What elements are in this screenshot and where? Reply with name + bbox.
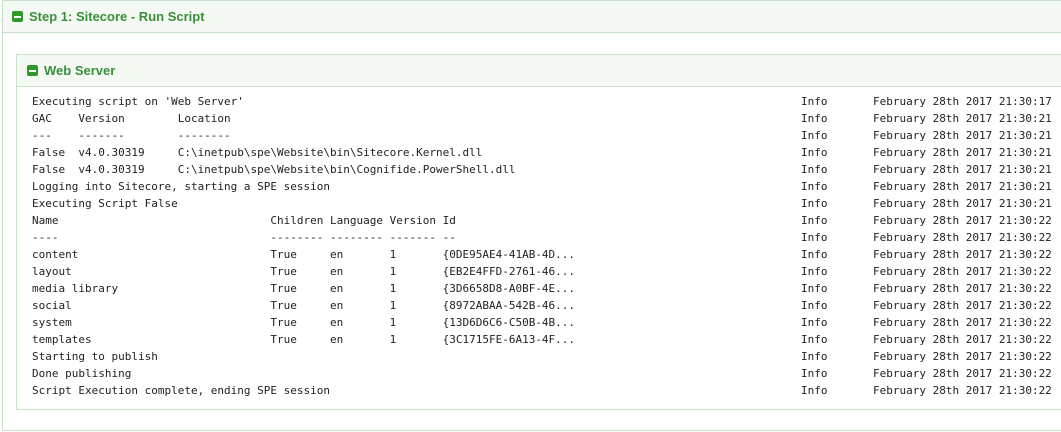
log-row: Name Children Language Version Id Info Feb… [17,212,1061,229]
log-message: False v4.0.30319 C:\inetpub\spe\Website\… [32,163,516,176]
log-row: ---- -------- -------- ------- -- Info Feb… [17,229,1061,246]
log-level: Info [801,350,828,363]
log-level: Info [801,214,828,227]
log-row: Executing Script False Info February 28th … [17,195,1061,212]
log-message: False v4.0.30319 C:\inetpub\spe\Website\… [32,146,483,159]
log-level: Info [801,384,828,397]
log-level: Info [801,333,828,346]
log-message: Logging into Sitecore, starting a SPE se… [32,180,331,193]
log-row: Script Execution complete, ending SPE se… [17,382,1061,399]
log-message: Executing script on 'Web Server' [32,95,244,108]
log-timestamp: February 28th 2017 21:30:22 [873,248,1052,261]
log-level: Info [801,231,828,244]
log-timestamp: February 28th 2017 21:30:22 [873,367,1052,380]
log-row: layout True en 1 {EB2E4FFD-2761-46... Inf… [17,263,1061,280]
step-header[interactable]: Step 1: Sitecore - Run Script [3,1,1061,33]
log-message: content True en 1 {0DE95AE4-41AB-4D... [32,248,576,261]
log-message: media library True en 1 {3D6658D8-A0BF-4… [32,282,576,295]
log-row: Logging into Sitecore, starting a SPE se… [17,178,1061,195]
log-row: --- ------- -------- Info February 28th 20… [17,127,1061,144]
log-row: content True en 1 {0DE95AE4-41AB-4D... In… [17,246,1061,263]
log-timestamp: February 28th 2017 21:30:17 [873,95,1052,108]
log-message: Done publishing [32,367,132,380]
collapse-icon[interactable] [12,11,23,22]
log-row: False v4.0.30319 C:\inetpub\spe\Website\… [17,144,1061,161]
log-message: system True en 1 {13D6D6C6-C50B-4B... [32,316,576,329]
log-level: Info [801,299,828,312]
collapse-icon[interactable] [27,65,38,76]
log-message: layout True en 1 {EB2E4FFD-2761-46... [32,265,576,278]
log-row: social True en 1 {8972ABAA-542B-46... Inf… [17,297,1061,314]
log-timestamp: February 28th 2017 21:30:21 [873,197,1052,210]
log-level: Info [801,129,828,142]
log-level: Info [801,180,828,193]
log-message: --- ------- -------- [32,129,231,142]
step-title: Step 1: Sitecore - Run Script [29,9,205,24]
log-timestamp: February 28th 2017 21:30:21 [873,129,1052,142]
log-message: social True en 1 {8972ABAA-542B-46... [32,299,576,312]
log-row: media library True en 1 {3D6658D8-A0BF-4… [17,280,1061,297]
log-message: GAC Version Location [32,112,231,125]
log-message: Name Children Language Version Id [32,214,456,227]
log-timestamp: February 28th 2017 21:30:22 [873,282,1052,295]
log-level: Info [801,95,828,108]
log-row: system True en 1 {13D6D6C6-C50B-4B... Inf… [17,314,1061,331]
log-row: Done publishing Info February 28th 2017 21… [17,365,1061,382]
log-message: Executing Script False [32,197,178,210]
log-level: Info [801,367,828,380]
log-timestamp: February 28th 2017 21:30:22 [873,231,1052,244]
server-panel: Web Server Executing script on 'Web Serv… [16,54,1061,410]
log-timestamp: February 28th 2017 21:30:22 [873,350,1052,363]
log-timestamp: February 28th 2017 21:30:22 [873,384,1052,397]
log-level: Info [801,316,828,329]
log-message: Script Execution complete, ending SPE se… [32,384,331,397]
log-level: Info [801,197,828,210]
log-row: Starting to publish Info February 28th 201… [17,348,1061,365]
log-level: Info [801,282,828,295]
log-message: templates True en 1 {3C1715FE-6A13-4F... [32,333,576,346]
log-timestamp: February 28th 2017 21:30:22 [873,333,1052,346]
log-row: templates True en 1 {3C1715FE-6A13-4F...… [17,331,1061,348]
log-timestamp: February 28th 2017 21:30:22 [873,214,1052,227]
log-timestamp: February 28th 2017 21:30:21 [873,146,1052,159]
log-timestamp: February 28th 2017 21:30:22 [873,265,1052,278]
log-level: Info [801,146,828,159]
log-level: Info [801,248,828,261]
log-level: Info [801,112,828,125]
log-timestamp: February 28th 2017 21:30:21 [873,163,1052,176]
log-timestamp: February 28th 2017 21:30:21 [873,180,1052,193]
log-row: Executing script on 'Web Server' Info Febr… [17,93,1061,110]
log-message: ---- -------- -------- ------- -- [32,231,456,244]
log-row: GAC Version Location Info February 28th 20… [17,110,1061,127]
log-level: Info [801,163,828,176]
server-title: Web Server [44,63,116,78]
server-header[interactable]: Web Server [17,55,1061,87]
log-output: Executing script on 'Web Server' Info Febr… [17,93,1061,399]
log-timestamp: February 28th 2017 21:30:21 [873,112,1052,125]
log-level: Info [801,265,828,278]
log-timestamp: February 28th 2017 21:30:22 [873,316,1052,329]
log-message: Starting to publish [32,350,158,363]
log-timestamp: February 28th 2017 21:30:22 [873,299,1052,312]
log-row: False v4.0.30319 C:\inetpub\spe\Website\… [17,161,1061,178]
